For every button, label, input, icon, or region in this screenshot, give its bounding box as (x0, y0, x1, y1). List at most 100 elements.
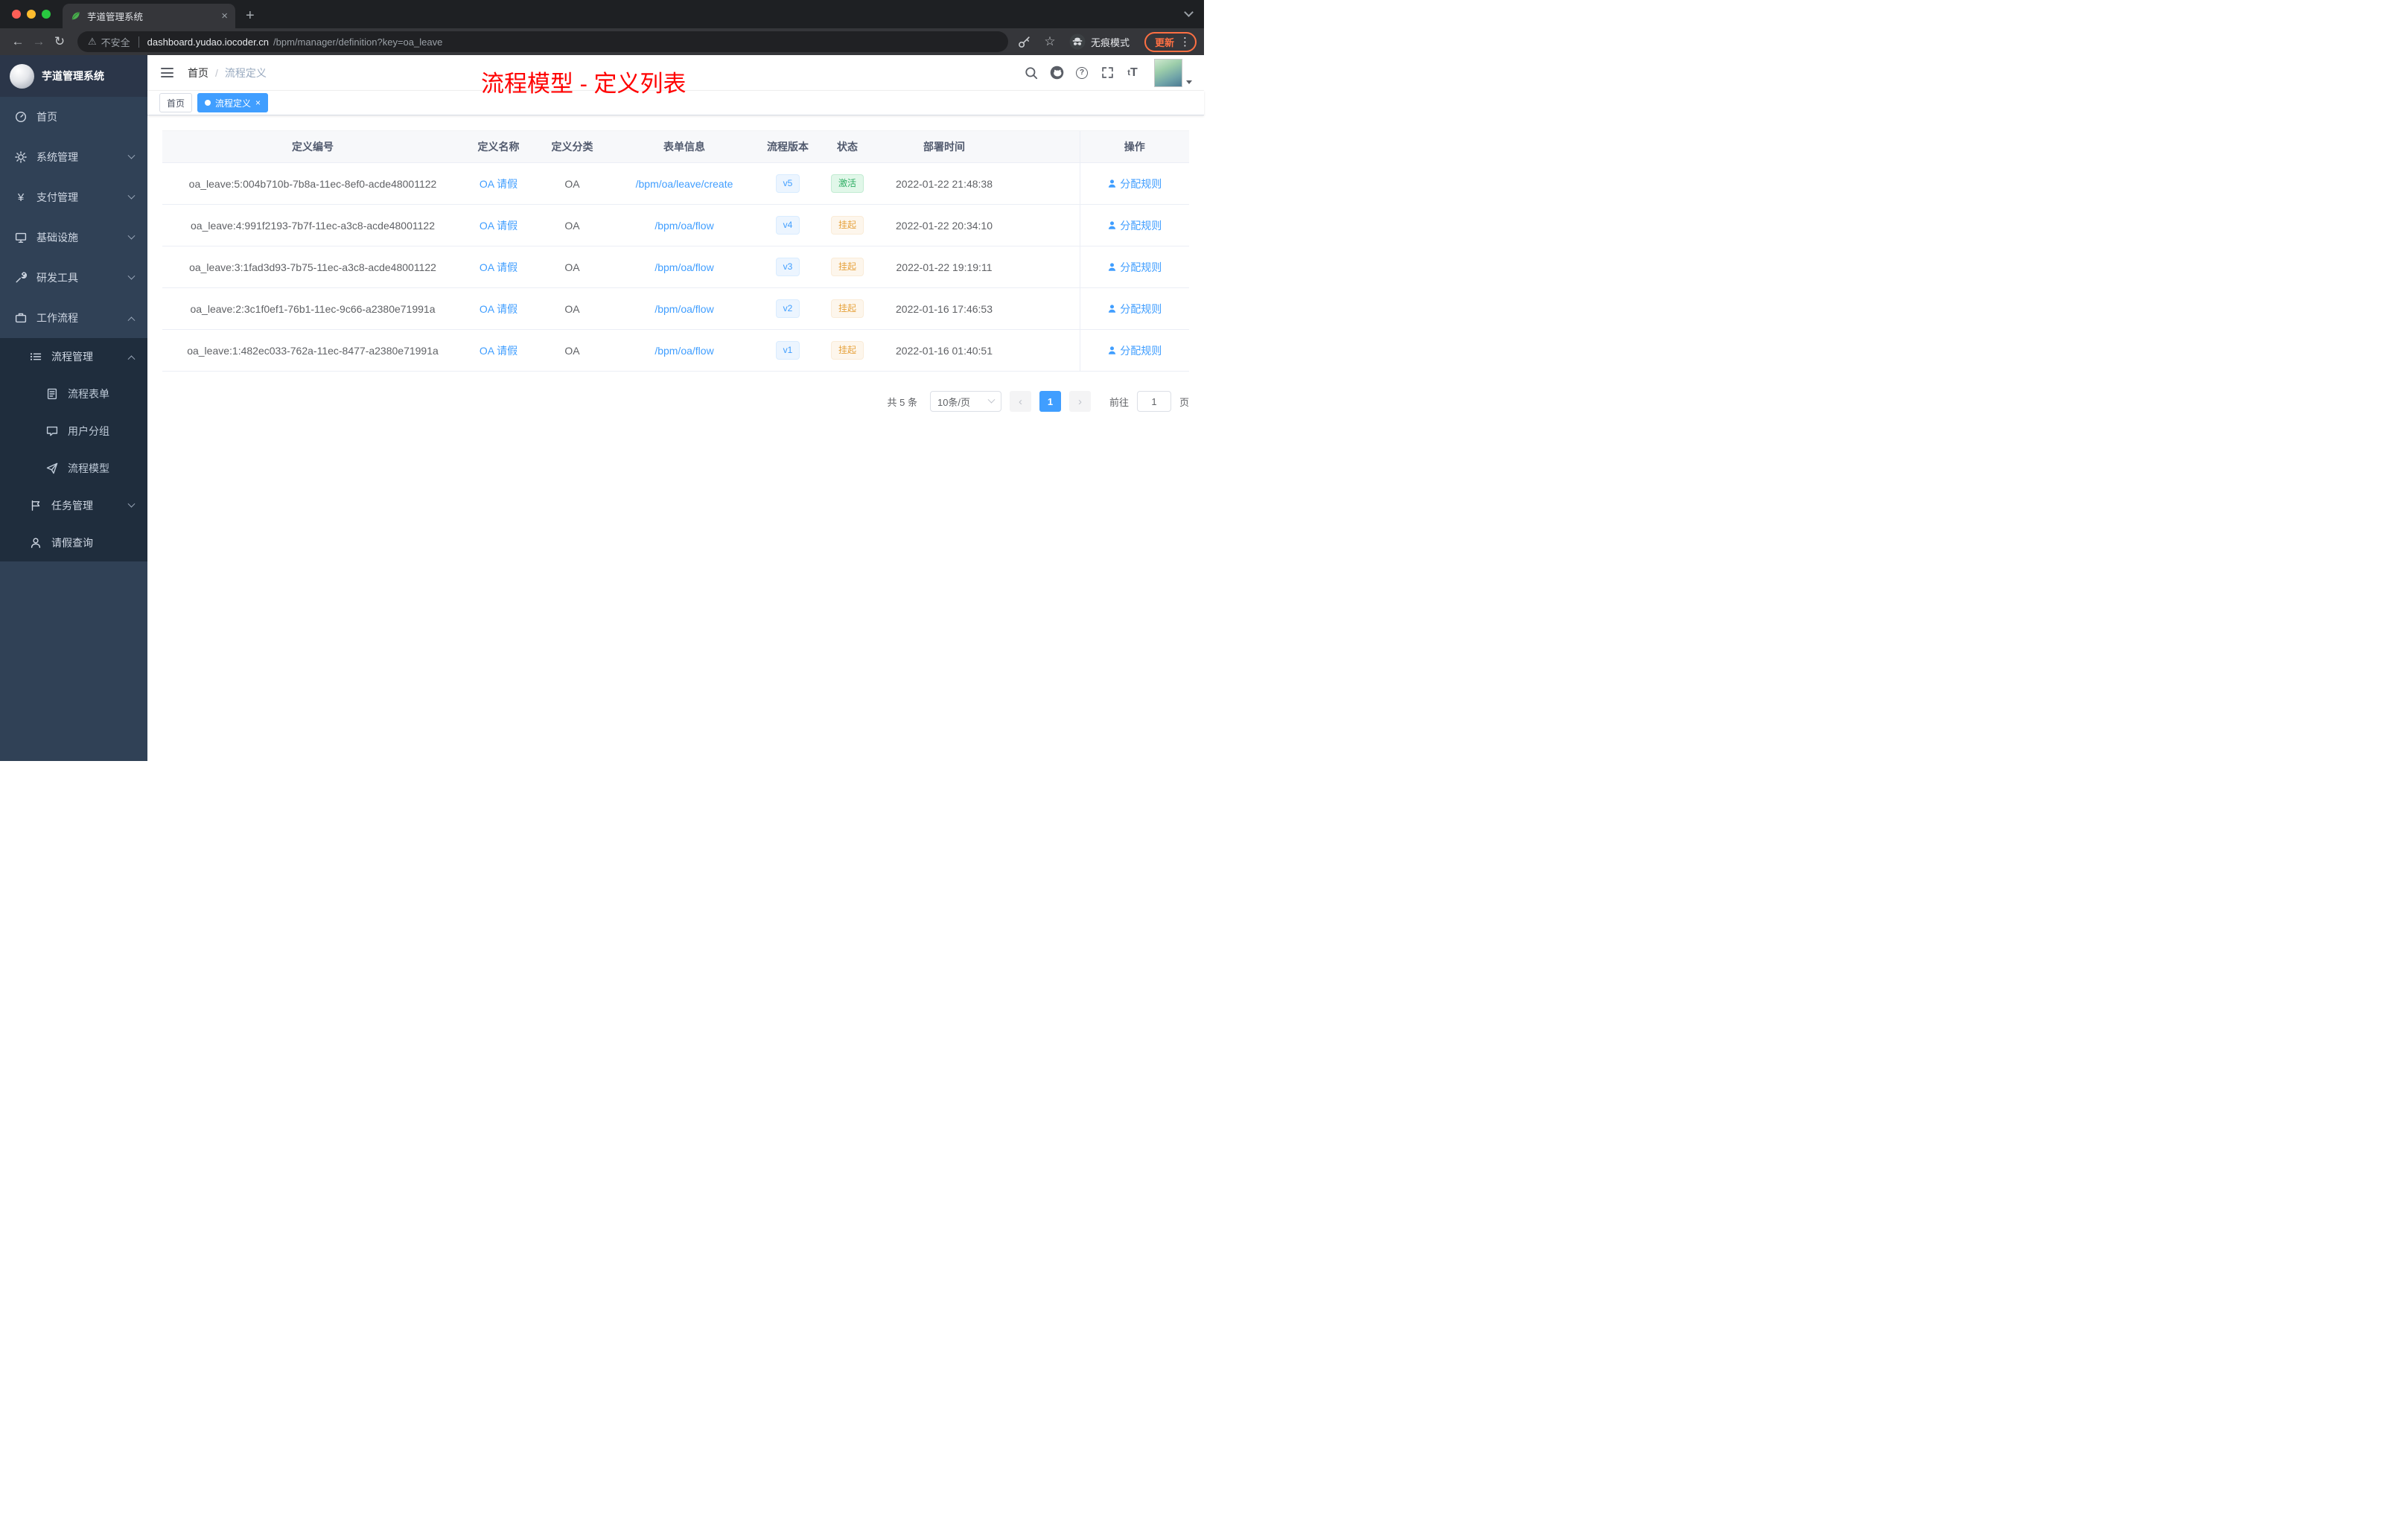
url-host: dashboard.yudao.iocoder.cn (147, 36, 270, 48)
toolbar-right-icons: ☆ 无痕模式 更新 ⋮ (1016, 31, 1197, 52)
breadcrumb-home[interactable]: 首页 (188, 66, 208, 80)
forward-button[interactable]: → (28, 31, 49, 52)
sidebar-item-home[interactable]: 首页 (0, 97, 147, 137)
list-icon (30, 351, 42, 363)
table-row: oa_leave:5:004b710b-7b8a-11ec-8ef0-acde4… (162, 162, 1189, 205)
definition-name-link[interactable]: OA 请假 (480, 261, 517, 273)
definition-name-link[interactable]: OA 请假 (480, 345, 517, 357)
page-size-select[interactable]: 10条/页 (929, 391, 1001, 412)
incognito-icon (1069, 34, 1086, 50)
definition-name-link[interactable]: OA 请假 (480, 220, 517, 232)
assign-rule-link[interactable]: 分配规则 (1107, 260, 1162, 275)
browser-window: 芋道管理系统 × + ← → ↻ ⚠ 不安全 dashboard.yudao.i… (0, 0, 1204, 761)
definition-table: 定义编号 定义名称 定义分类 表单信息 流程版本 状态 部署时间 操作 oa_l… (162, 130, 1189, 372)
sidebar: 芋道管理系统 首页 系统管理 ¥ 支付管理 基础设施 研发工具 工作流程 流程管… (0, 55, 147, 761)
tag-label: 流程定义 (215, 98, 252, 109)
sidebar-logo: 芋道管理系统 (0, 55, 147, 97)
chevron-down-icon (127, 500, 136, 508)
navbar-icons: ? tT (1022, 58, 1192, 87)
goto-label: 前往 (1109, 396, 1129, 408)
cell-deploy-time: 2022-01-22 21:48:38 (877, 162, 1011, 205)
version-badge: v4 (775, 216, 800, 235)
bookmark-star-icon[interactable]: ☆ (1041, 33, 1059, 51)
form-info-link[interactable]: /bpm/oa/flow (654, 345, 713, 357)
column-header: 状态 (818, 130, 877, 163)
close-window-button[interactable] (12, 10, 21, 19)
new-tab-button[interactable]: + (246, 8, 255, 23)
chevron-up-icon (127, 354, 136, 363)
form-info-link[interactable]: /bpm/oa/flow (654, 220, 713, 232)
user-icon (1109, 305, 1116, 313)
cell-definition-id: oa_leave:4:991f2193-7b7f-11ec-a3c8-acde4… (162, 204, 463, 246)
sidebar-item-system[interactable]: 系统管理 (0, 137, 147, 177)
prev-page-button[interactable]: ‹ (1009, 391, 1031, 412)
user-icon (1109, 179, 1116, 188)
tab-close-icon[interactable]: × (221, 10, 228, 22)
menu-kebab-icon[interactable]: ⋮ (1179, 35, 1191, 48)
current-page-button[interactable]: 1 (1039, 391, 1061, 412)
sidebar-item-payment[interactable]: ¥ 支付管理 (0, 177, 147, 217)
incognito-label: 无痕模式 (1090, 36, 1130, 48)
sidebar-item-leave-query[interactable]: 请假查询 (0, 524, 147, 561)
sidebar-item-label: 用户分组 (68, 425, 109, 437)
sidebar-item-infrastructure[interactable]: 基础设施 (0, 217, 147, 258)
sidebar-item-workflow[interactable]: 工作流程 (0, 298, 147, 338)
tag-home[interactable]: 首页 (159, 93, 193, 112)
assign-rule-link[interactable]: 分配规则 (1107, 218, 1162, 233)
column-header: 定义名称 (463, 130, 534, 163)
help-icon[interactable]: ? (1072, 63, 1092, 83)
next-page-button[interactable]: › (1068, 391, 1091, 412)
sidebar-item-process-management[interactable]: 流程管理 (0, 338, 147, 375)
tag-process-definition[interactable]: 流程定义 × (197, 93, 269, 112)
user-avatar-menu[interactable] (1154, 58, 1192, 87)
password-key-icon[interactable] (1016, 33, 1033, 51)
chevron-down-icon (127, 191, 136, 200)
browser-tab[interactable]: 芋道管理系统 × (63, 4, 235, 28)
fullscreen-icon[interactable] (1098, 63, 1117, 83)
zoom-window-button[interactable] (42, 10, 51, 19)
sidebar-item-task-management[interactable]: 任务管理 (0, 487, 147, 524)
sidebar-item-label: 工作流程 (36, 312, 78, 324)
sidebar-item-process-form[interactable]: 流程表单 (0, 375, 147, 413)
sidebar-item-user-group[interactable]: 用户分组 (0, 413, 147, 450)
user-icon (1109, 263, 1116, 271)
font-size-icon[interactable]: tT (1123, 63, 1142, 83)
form-info-link[interactable]: /bpm/oa/flow (654, 261, 713, 273)
definition-name-link[interactable]: OA 请假 (480, 303, 517, 315)
chevron-down-icon (127, 232, 136, 240)
version-badge: v1 (775, 341, 800, 360)
table-row: oa_leave:4:991f2193-7b7f-11ec-a3c8-acde4… (162, 204, 1189, 246)
page-size-value: 10条/页 (937, 396, 971, 408)
gear-icon (15, 151, 27, 163)
assign-rule-link[interactable]: 分配规则 (1107, 176, 1162, 191)
form-info-link[interactable]: /bpm/oa/flow (654, 303, 713, 315)
menu-fold-icon[interactable] (159, 65, 175, 80)
avatar[interactable] (1154, 58, 1182, 87)
back-button[interactable]: ← (7, 31, 28, 52)
sidebar-item-devtools[interactable]: 研发工具 (0, 258, 147, 298)
definition-name-link[interactable]: OA 请假 (480, 178, 517, 190)
not-secure-icon: ⚠ (88, 36, 97, 47)
status-badge: 挂起 (830, 299, 864, 318)
tab-search-chevron-icon[interactable] (1184, 7, 1194, 17)
active-tag-dot (205, 100, 211, 106)
assign-rule-link[interactable]: 分配规则 (1107, 302, 1162, 316)
refresh-button[interactable]: ↻ (49, 31, 70, 52)
browser-update-button[interactable]: 更新 ⋮ (1144, 31, 1197, 52)
tag-close-icon[interactable]: × (255, 98, 261, 107)
table-row: oa_leave:1:482ec033-762a-11ec-8477-a2380… (162, 329, 1189, 372)
minimize-window-button[interactable] (27, 10, 36, 19)
goto-page-input[interactable] (1136, 391, 1171, 412)
app-root: 芋道管理系统 首页 系统管理 ¥ 支付管理 基础设施 研发工具 工作流程 流程管… (0, 55, 1204, 761)
sidebar-item-process-model[interactable]: 流程模型 (0, 450, 147, 487)
version-badge: v5 (775, 174, 800, 193)
form-info-link[interactable]: /bpm/oa/leave/create (636, 178, 733, 190)
paper-plane-icon (46, 462, 58, 474)
security-label[interactable]: 不安全 (101, 35, 130, 49)
chevron-down-icon (127, 272, 136, 280)
github-icon[interactable] (1047, 63, 1066, 83)
pagination-total: 共 5 条 (887, 396, 917, 408)
search-icon[interactable] (1022, 63, 1041, 83)
assign-rule-link[interactable]: 分配规则 (1107, 343, 1162, 358)
address-bar[interactable]: ⚠ 不安全 dashboard.yudao.iocoder.cn/bpm/man… (77, 31, 1008, 52)
